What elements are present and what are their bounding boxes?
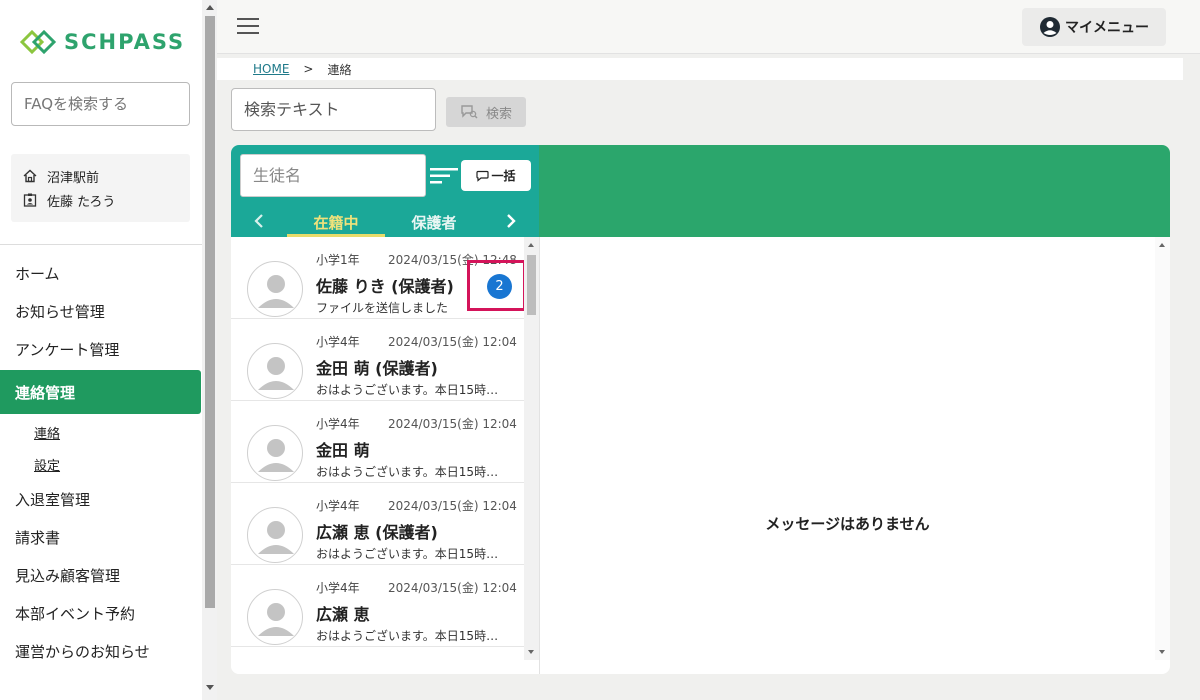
- contact-panel: 一括 在籍中 保護者 小学1年 2024/03/15(金) 12:48 佐藤 り…: [231, 145, 1170, 674]
- top-header: マイメニュー: [217, 0, 1200, 54]
- breadcrumb-separator: >: [303, 62, 314, 76]
- contact-list-item[interactable]: 小学4年 2024/03/15(金) 12:04 金田 萌 (保護者) おはよう…: [231, 319, 524, 401]
- sidebar-item-hq-events[interactable]: 本部イベント予約: [0, 594, 202, 632]
- user-badge-icon: [23, 193, 37, 207]
- user-name: 佐藤 たろう: [47, 194, 116, 210]
- sidebar-item-contact[interactable]: 連絡管理: [0, 370, 201, 414]
- avatar-icon: [258, 357, 294, 390]
- home-icon: [23, 169, 37, 183]
- item-message: おはようございます。本日15時からよろしくお願いします: [316, 465, 508, 479]
- empty-conversation-message: メッセージはありません: [765, 515, 930, 533]
- search-button[interactable]: 検索: [446, 97, 526, 127]
- chat-bubble-icon: [476, 170, 490, 182]
- item-date: 2024/03/15(金) 12:04: [388, 581, 517, 595]
- avatar-icon: [258, 439, 294, 472]
- contact-list-item[interactable]: 小学4年 2024/03/15(金) 12:04 広瀬 恵 (保護者) おはよう…: [231, 483, 524, 565]
- contact-list-item[interactable]: 小学4年 2024/03/15(金) 12:04 金田 萌 おはようございます。…: [231, 401, 524, 483]
- school-info: 沼津駅前 佐藤 たろう: [11, 154, 190, 222]
- breadcrumb: HOME > 連絡: [217, 58, 1183, 80]
- tab-enrolled[interactable]: 在籍中: [287, 212, 385, 233]
- unread-badge-highlight: [467, 260, 526, 311]
- faq-search-input[interactable]: [11, 82, 190, 126]
- sort-filter-icon[interactable]: [430, 167, 458, 185]
- item-message: おはようございます。本日15時からよろしくお願いします: [316, 629, 508, 643]
- scroll-up-arrow-icon[interactable]: [1159, 243, 1165, 247]
- school-row: 沼津駅前: [23, 164, 178, 188]
- sidebar-subitem-settings[interactable]: 設定: [0, 448, 202, 480]
- sidebar-item-notices[interactable]: お知らせ管理: [0, 292, 202, 330]
- sidebar-item-surveys[interactable]: アンケート管理: [0, 330, 202, 368]
- avatar: [247, 261, 303, 317]
- item-date: 2024/03/15(金) 12:04: [388, 335, 517, 349]
- item-name: 金田 萌 (保護者): [316, 359, 438, 378]
- breadcrumb-home-link[interactable]: HOME: [253, 62, 289, 76]
- item-message: おはようございます。本日15時からよろしくお願いします: [316, 383, 508, 397]
- logo-text: SCHPASS: [64, 30, 186, 54]
- contact-list-item[interactable]: 小学4年 2024/03/15(金) 12:04 広瀬 恵 おはようございます。…: [231, 565, 524, 647]
- conversation-scrollbar[interactable]: [1155, 237, 1170, 660]
- chevron-left-icon[interactable]: [253, 213, 265, 229]
- contact-list-header: 一括 在籍中 保護者: [231, 145, 539, 237]
- item-name: 広瀬 恵 (保護者): [316, 523, 438, 542]
- scroll-down-arrow-icon[interactable]: [1159, 650, 1165, 654]
- schpass-logo-icon: [19, 29, 57, 55]
- scroll-down-arrow-icon[interactable]: [528, 650, 534, 654]
- message-search-input[interactable]: [231, 88, 436, 131]
- sidebar-scrollbar[interactable]: [202, 0, 217, 700]
- bulk-send-label: 一括: [491, 169, 516, 183]
- item-message: おはようございます。本日15時からよろしくお願いします: [316, 547, 508, 561]
- chevron-right-icon[interactable]: [505, 213, 517, 229]
- item-grade: 小学4年: [316, 499, 360, 513]
- student-name-input[interactable]: [240, 154, 426, 197]
- hamburger-menu-icon[interactable]: [237, 18, 259, 36]
- account-circle-icon: [1040, 17, 1060, 37]
- item-grade: 小学4年: [316, 417, 360, 431]
- sidebar-nav: ホーム お知らせ管理 アンケート管理 連絡管理 連絡 設定 入退室管理 請求書 …: [0, 254, 202, 670]
- sidebar-item-attendance[interactable]: 入退室管理: [0, 480, 202, 518]
- conversation-header: [539, 145, 1170, 237]
- avatar: [247, 507, 303, 563]
- avatar: [247, 343, 303, 399]
- tab-guardians[interactable]: 保護者: [397, 212, 471, 233]
- item-name: 広瀬 恵: [316, 605, 370, 624]
- avatar: [247, 589, 303, 645]
- sidebar-item-invoices[interactable]: 請求書: [0, 518, 202, 556]
- item-grade: 小学4年: [316, 335, 360, 349]
- avatar-icon: [258, 275, 294, 308]
- item-grade: 小学1年: [316, 253, 360, 267]
- my-menu-button[interactable]: マイメニュー: [1022, 8, 1166, 46]
- user-row: 佐藤 たろう: [23, 188, 178, 212]
- avatar: [247, 425, 303, 481]
- item-date: 2024/03/15(金) 12:04: [388, 417, 517, 431]
- sidebar-item-home[interactable]: ホーム: [0, 254, 202, 292]
- my-menu-label: マイメニュー: [1065, 20, 1149, 36]
- bulk-send-button[interactable]: 一括: [461, 160, 531, 191]
- breadcrumb-current: 連絡: [327, 62, 352, 77]
- item-date: 2024/03/15(金) 12:04: [388, 499, 517, 513]
- scroll-down-arrow-icon[interactable]: [206, 685, 214, 690]
- contact-list-scrollbar[interactable]: [524, 237, 539, 660]
- sidebar-divider: [0, 244, 202, 245]
- sidebar-item-operator-news[interactable]: 運営からのお知らせ: [0, 632, 202, 670]
- item-name: 佐藤 りき (保護者): [316, 277, 454, 296]
- item-grade: 小学4年: [316, 581, 360, 595]
- panel-divider: [539, 237, 540, 674]
- sidebar-scroll-thumb[interactable]: [205, 16, 215, 608]
- sidebar: SCHPASS 沼津駅前 佐藤 たろう ホーム お知らせ管理 アンケート管理 連…: [0, 0, 202, 700]
- search-button-label: 検索: [485, 106, 512, 122]
- item-name: 金田 萌: [316, 441, 370, 460]
- contact-list-scroll-thumb[interactable]: [527, 255, 536, 315]
- school-name: 沼津駅前: [47, 170, 100, 186]
- sidebar-subitem-contact[interactable]: 連絡: [0, 416, 202, 448]
- scroll-up-arrow-icon[interactable]: [206, 5, 214, 10]
- sidebar-item-prospects[interactable]: 見込み顧客管理: [0, 556, 202, 594]
- logo[interactable]: SCHPASS: [18, 28, 185, 56]
- scroll-up-arrow-icon[interactable]: [528, 243, 534, 247]
- avatar-icon: [258, 603, 294, 636]
- avatar-icon: [258, 521, 294, 554]
- chat-search-icon: [461, 105, 478, 119]
